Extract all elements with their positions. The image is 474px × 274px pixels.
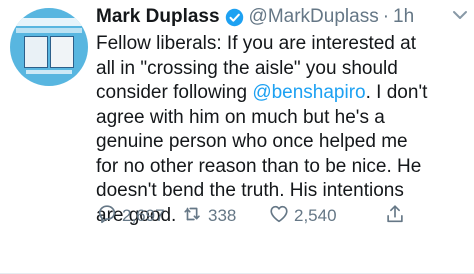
tweet-text-line: for no other reason than to be nice. He bbox=[96, 155, 422, 177]
tweet-text-line: doesn't bend the truth. His intentions bbox=[96, 180, 404, 201]
like-button[interactable]: 2,540 bbox=[268, 204, 337, 228]
retweet-button[interactable]: 338 bbox=[182, 204, 236, 228]
reply-count: 2,697 bbox=[122, 206, 165, 225]
avatar-book-cover bbox=[50, 36, 74, 68]
tweet-text-line: agree with him on much but he's a bbox=[96, 106, 385, 128]
author-name[interactable]: Mark Duplass bbox=[96, 6, 220, 28]
share-icon bbox=[384, 203, 410, 230]
tweet-text-line: consider following @benshapiro. I don't bbox=[96, 82, 428, 103]
share-button[interactable] bbox=[384, 204, 410, 228]
verified-badge-icon bbox=[225, 8, 244, 27]
like-count: 2,540 bbox=[294, 206, 337, 225]
tweet-timestamp[interactable]: 1h bbox=[393, 6, 414, 28]
reply-button[interactable]: 2,697 bbox=[96, 204, 165, 228]
tweet-text-line: Fellow liberals: If you are interested a… bbox=[96, 33, 416, 54]
heart-icon bbox=[268, 203, 294, 230]
tweet-actions: 2,697 338 2,540 bbox=[96, 204, 466, 228]
avatar-book-cover bbox=[24, 36, 48, 68]
mention-link[interactable]: @benshapiro bbox=[252, 82, 365, 103]
tweet-header: Mark Duplass @MarkDuplass · 1h bbox=[96, 4, 414, 30]
chevron-down-icon[interactable] bbox=[452, 8, 468, 20]
avatar-bottom-decoration bbox=[26, 70, 72, 74]
author-handle[interactable]: @MarkDuplass bbox=[249, 6, 379, 28]
tweet-text-line: genuine person who once helped me bbox=[96, 131, 408, 152]
separator-dot: · bbox=[382, 6, 390, 27]
retweet-count: 338 bbox=[208, 206, 237, 225]
tweet-text: Fellow liberals: If you are interested a… bbox=[96, 32, 456, 228]
reply-icon bbox=[96, 203, 122, 230]
avatar[interactable] bbox=[10, 8, 88, 86]
avatar-banner-decoration bbox=[16, 28, 82, 33]
tweet-text-line: all in "crossing the aisle" you should bbox=[96, 57, 398, 79]
retweet-icon bbox=[182, 203, 208, 230]
avatar-banner-decoration bbox=[16, 18, 82, 26]
tweet-card[interactable]: Mark Duplass @MarkDuplass · 1h Fellow li… bbox=[0, 0, 474, 274]
